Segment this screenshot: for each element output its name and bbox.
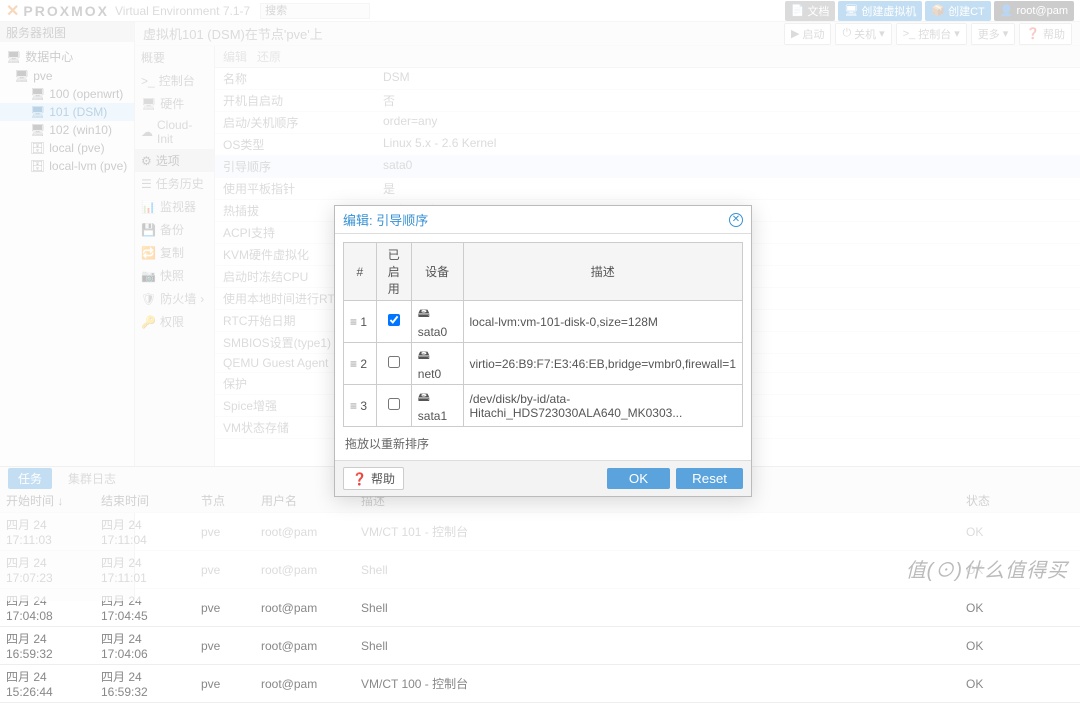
enable-checkbox[interactable]	[388, 356, 400, 368]
reset-button[interactable]: Reset	[676, 468, 743, 489]
task-row[interactable]: 四月 24 16:59:32四月 24 17:04:06pveroot@pamS…	[0, 627, 1080, 665]
boot-row[interactable]: ≡ 1🖴 sata0local-lvm:vm-101-disk-0,size=1…	[344, 301, 743, 343]
col-enabled: 已启用	[376, 243, 411, 301]
col-desc: 描述	[463, 243, 742, 301]
enable-checkbox[interactable]	[388, 398, 400, 410]
drag-handle-icon[interactable]: ≡	[350, 315, 357, 329]
drag-handle-icon[interactable]: ≡	[350, 399, 357, 413]
disk-icon: 🖴	[418, 390, 430, 404]
col-num: #	[344, 243, 377, 301]
watermark: 值(⊙)什么值得买	[906, 554, 1068, 583]
modal-help-button[interactable]: ❓帮助	[343, 467, 404, 490]
boot-order-modal: 编辑: 引导顺序 ✕ # 已启用 设备 描述 ≡ 1🖴 sata0local-l…	[334, 205, 752, 497]
close-icon[interactable]: ✕	[729, 213, 743, 227]
boot-row[interactable]: ≡ 2🖴 net0virtio=26:B9:F7:E3:46:EB,bridge…	[344, 343, 743, 385]
drag-handle-icon[interactable]: ≡	[350, 357, 357, 371]
task-row[interactable]: 四月 24 15:26:44四月 24 16:59:32pveroot@pamV…	[0, 665, 1080, 703]
modal-hint: 拖放以重新排序	[335, 435, 751, 460]
ok-button[interactable]: OK	[607, 468, 670, 489]
disk-icon: 🖴	[418, 306, 430, 320]
enable-checkbox[interactable]	[388, 314, 400, 326]
col-device: 设备	[411, 243, 463, 301]
modal-title: 编辑: 引导顺序	[343, 210, 428, 229]
boot-row[interactable]: ≡ 3🖴 sata1/dev/disk/by-id/ata-Hitachi_HD…	[344, 385, 743, 427]
disk-icon: 🖴	[418, 348, 430, 362]
